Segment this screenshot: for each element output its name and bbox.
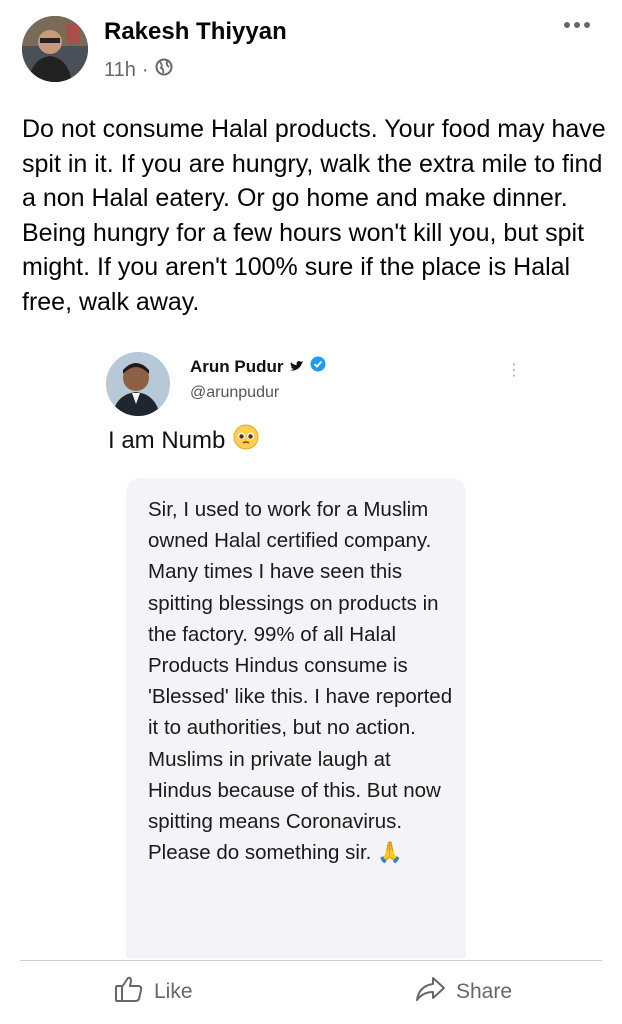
dot: [584, 22, 590, 28]
tweet-handle: @arunpudur: [190, 384, 280, 401]
dot: [574, 22, 580, 28]
share-label: Share: [456, 980, 513, 1003]
author-avatar[interactable]: [22, 16, 88, 82]
tweet-avatar: [106, 352, 170, 416]
tweet-more-icon: ⋮: [506, 362, 522, 379]
actions-divider: [20, 960, 602, 961]
reply-text: Sir, I used to work for a Muslim owned H…: [148, 498, 453, 865]
post-body: Do not consume Halal products. Your food…: [22, 115, 606, 316]
pleading-face-emoji: [233, 424, 259, 457]
dot: [564, 22, 570, 28]
shared-tweet-image[interactable]: Arun Pudur @arunpudur ⋮ I am Numb Sir, I…: [22, 340, 602, 960]
twitter-bird-icon: [289, 357, 304, 377]
tweet-author: Arun Pudur: [190, 356, 326, 377]
share-arrow-icon: [414, 975, 446, 1009]
thumbs-up-icon: [114, 975, 144, 1009]
share-button[interactable]: Share: [414, 974, 512, 1010]
like-label: Like: [154, 980, 193, 1003]
globe-icon: [155, 58, 173, 82]
post-actions: Like Share: [0, 962, 622, 1024]
post-meta: 11h ·: [104, 58, 173, 82]
verified-badge-icon: [310, 356, 326, 377]
more-options-button[interactable]: [564, 22, 590, 28]
reply-screenshot: Sir, I used to work for a Muslim owned H…: [126, 478, 466, 958]
meta-separator: ·: [141, 58, 149, 81]
post-header: Rakesh Thiyyan 11h ·: [0, 0, 622, 100]
tweet-text-row: I am Numb: [108, 424, 259, 457]
tweet-text: I am Numb: [108, 426, 226, 454]
tweet-author-name: Arun Pudur: [190, 356, 284, 376]
like-button[interactable]: Like: [114, 974, 193, 1010]
post-time[interactable]: 11h: [104, 59, 136, 82]
author-name[interactable]: Rakesh Thiyyan: [104, 18, 287, 46]
